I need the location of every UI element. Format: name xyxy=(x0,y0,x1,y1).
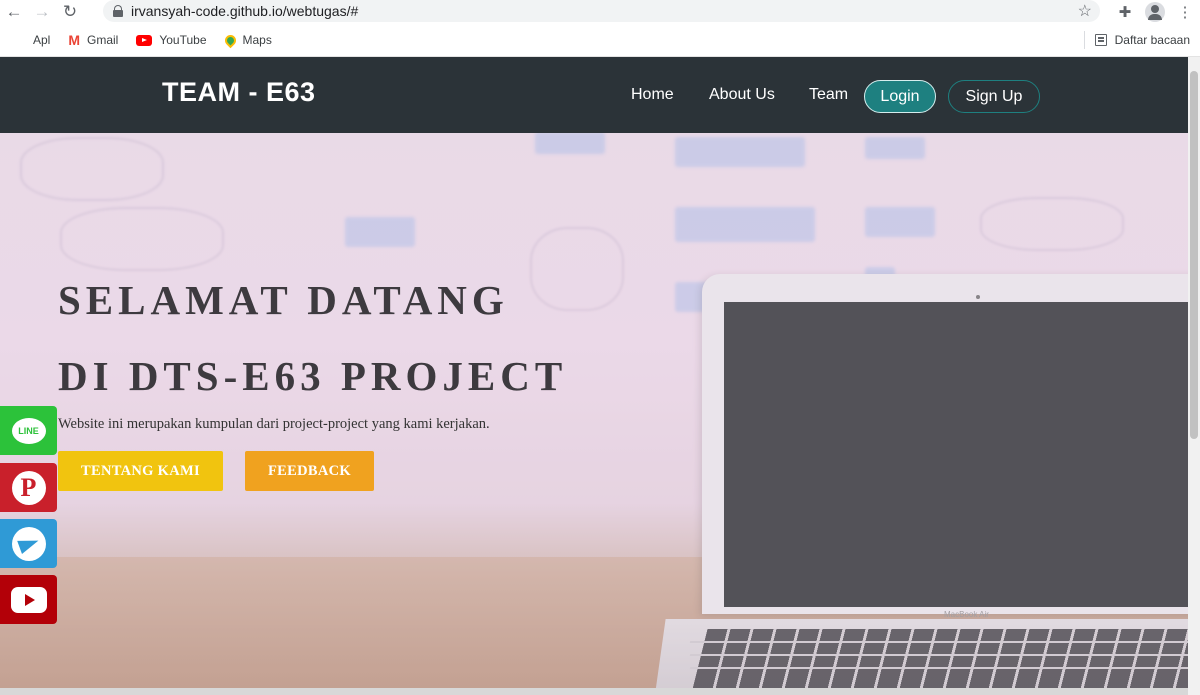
bookmark-youtube[interactable]: YouTube xyxy=(136,33,207,47)
bookmarks-bar: Apl M Gmail YouTube Maps Daftar bacaan xyxy=(0,24,1200,57)
reading-list-label: Daftar bacaan xyxy=(1114,33,1190,47)
line-share-button[interactable]: LINE xyxy=(0,406,57,455)
youtube-share-button[interactable] xyxy=(0,575,57,624)
scrollbar-thumb[interactable] xyxy=(1190,71,1198,439)
bookmark-gmail[interactable]: M Gmail xyxy=(68,32,118,48)
bookmark-maps[interactable]: Maps xyxy=(222,32,272,48)
browser-toolbar: ← → ↻ irvansyah-code.github.io/webtugas/… xyxy=(0,0,1200,24)
forward-icon[interactable]: → xyxy=(28,0,56,24)
page-scrollbar[interactable] xyxy=(1188,57,1200,695)
bookmark-apps[interactable]: Apl xyxy=(12,33,50,47)
feedback-button[interactable]: FEEDBACK xyxy=(245,451,374,491)
bookmark-label: Maps xyxy=(242,33,272,47)
pinterest-share-button[interactable]: P xyxy=(0,463,57,512)
gmail-icon: M xyxy=(68,32,81,48)
bookmark-label: YouTube xyxy=(159,33,207,47)
signup-button[interactable]: Sign Up xyxy=(948,80,1040,113)
apps-grid-icon xyxy=(12,33,26,47)
telegram-share-button[interactable] xyxy=(0,519,57,568)
reload-icon[interactable]: ↻ xyxy=(56,0,84,24)
brand-logo[interactable]: TEAM - E63 xyxy=(162,77,316,108)
hero-title-line-1: SELAMAT DATANG xyxy=(58,277,509,323)
maps-icon xyxy=(222,32,238,48)
youtube-icon xyxy=(10,586,47,613)
horizontal-scroll-strip xyxy=(0,688,1188,695)
bookmark-label: Gmail xyxy=(87,33,119,47)
bookmark-star-icon[interactable]: ☆ xyxy=(1078,1,1092,21)
profile-avatar[interactable] xyxy=(1145,2,1165,22)
youtube-bookmark-icon xyxy=(136,34,153,46)
tentang-kami-button[interactable]: TENTANG KAMI xyxy=(58,451,223,491)
lock-icon[interactable] xyxy=(113,5,123,17)
nav-about-us[interactable]: About Us xyxy=(709,86,775,104)
site-navbar: TEAM - E63 Home About Us Team Login Sign… xyxy=(0,57,1188,133)
page-viewport: MacBook Air TEAM - E63 Home About Us Tea… xyxy=(0,57,1188,695)
nav-team[interactable]: Team xyxy=(809,86,848,104)
hero-subtitle: Website ini merupakan kumpulan dari proj… xyxy=(58,416,490,432)
pinterest-icon: P xyxy=(11,470,46,505)
url-text[interactable]: irvansyah-code.github.io/webtugas/# xyxy=(131,3,358,19)
login-button[interactable]: Login xyxy=(864,80,936,113)
back-icon[interactable]: ← xyxy=(0,0,28,24)
address-bar[interactable]: irvansyah-code.github.io/webtugas/# ☆ xyxy=(103,0,1100,22)
extensions-icon[interactable]: ✚ xyxy=(1110,3,1140,21)
bookmark-label: Apl xyxy=(33,33,51,47)
divider xyxy=(1083,31,1085,49)
more-menu-icon[interactable]: ⋮ xyxy=(1170,3,1200,21)
reading-list-icon xyxy=(1094,34,1107,46)
telegram-icon xyxy=(11,526,46,561)
hero-title-line-2: DI DTS-E63 PROJECT xyxy=(58,353,568,399)
nav-home[interactable]: Home xyxy=(631,86,674,104)
line-icon: LINE xyxy=(11,417,46,444)
reading-list-button[interactable]: Daftar bacaan xyxy=(1083,24,1190,56)
